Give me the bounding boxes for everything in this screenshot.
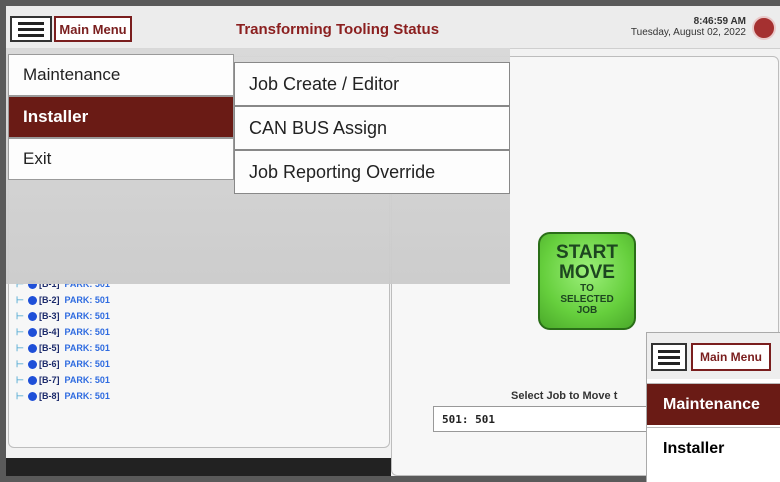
main-menu-button[interactable]: Main Menu <box>54 16 132 42</box>
tree-branch-icon: ⊢ <box>16 374 24 385</box>
main-menu-dropdown: Maintenance Installer Exit <box>8 54 234 180</box>
station-row[interactable]: ⊢ [B-4] PARK: 501 <box>16 324 110 340</box>
start-move-line2: MOVE <box>559 262 615 283</box>
tree-branch-icon: ⊢ <box>16 294 24 305</box>
tree-branch-icon: ⊢ <box>16 390 24 401</box>
station-status: PARK: 501 <box>64 343 110 353</box>
zoom-inset: Main Menu Maintenance Installer <box>646 332 780 482</box>
station-id: [B-4] <box>39 327 60 337</box>
start-move-line1: START <box>556 242 618 263</box>
job-select[interactable]: 501: 501 <box>433 406 663 432</box>
top-bar: Main Menu Transforming Tooling Status 8:… <box>6 6 780 49</box>
submenu-item-job-reporting-override[interactable]: Job Reporting Override <box>234 150 510 194</box>
start-move-line5: JOB <box>576 305 598 316</box>
station-row[interactable]: ⊢ [B-7] PARK: 501 <box>16 372 110 388</box>
station-row[interactable]: ⊢ [B-3] PARK: 501 <box>16 308 110 324</box>
station-id: [B-8] <box>39 391 60 401</box>
start-move-line3: TO <box>580 283 594 294</box>
status-dot-icon <box>28 311 37 321</box>
station-row[interactable]: ⊢ [B-8] PARK: 501 <box>16 388 110 404</box>
menu-item-maintenance[interactable]: Maintenance <box>8 54 234 96</box>
menu-item-exit[interactable]: Exit <box>8 138 234 180</box>
start-move-line4: SELECTED <box>560 294 614 305</box>
hamburger-menu-icon[interactable] <box>10 16 52 42</box>
tree-branch-icon: ⊢ <box>16 310 24 321</box>
submenu-item-can-bus-assign[interactable]: CAN BUS Assign <box>234 106 510 150</box>
menu-item-installer[interactable]: Installer <box>8 96 234 138</box>
station-list: ⊢[B-1]PARK: 501 ⊢[B-2]PARK: 501 ⊢[B-3]PA… <box>16 276 110 404</box>
tree-branch-icon: ⊢ <box>16 358 24 369</box>
station-row[interactable]: ⊢ [B-2] PARK: 501 <box>16 292 110 308</box>
station-row[interactable]: ⊢ [B-6] PARK: 501 <box>16 356 110 372</box>
station-status: PARK: 501 <box>64 375 110 385</box>
station-status: PARK: 501 <box>64 311 110 321</box>
status-dot-icon <box>28 327 37 337</box>
inset-main-menu-button[interactable]: Main Menu <box>691 343 771 371</box>
inset-menu-item-installer[interactable]: Installer <box>647 427 780 469</box>
status-dot-icon <box>28 295 37 305</box>
clock-date: Tuesday, August 02, 2022 <box>630 27 746 38</box>
clock: 8:46:59 AM Tuesday, August 02, 2022 <box>631 16 746 38</box>
station-status: PARK: 501 <box>64 391 110 401</box>
status-dot-icon <box>28 343 37 353</box>
tree-branch-icon: ⊢ <box>16 342 24 353</box>
start-move-button[interactable]: START MOVE TO SELECTED JOB <box>538 232 636 330</box>
station-id: [B-6] <box>39 359 60 369</box>
select-job-label: Select Job to Move t <box>511 390 618 402</box>
station-status: PARK: 501 <box>64 295 110 305</box>
status-dot-icon <box>28 375 37 385</box>
station-status: PARK: 501 <box>64 327 110 337</box>
submenu-item-job-create-editor[interactable]: Job Create / Editor <box>234 62 510 106</box>
tree-branch-icon: ⊢ <box>16 326 24 337</box>
station-id: [B-7] <box>39 375 60 385</box>
station-id: [B-5] <box>39 343 60 353</box>
station-id: [B-3] <box>39 311 60 321</box>
station-status: PARK: 501 <box>64 359 110 369</box>
status-dot-icon <box>28 391 37 401</box>
installer-submenu: Job Create / Editor CAN BUS Assign Job R… <box>234 62 510 194</box>
station-id: [B-2] <box>39 295 60 305</box>
inset-hamburger-icon[interactable] <box>651 343 687 371</box>
inset-menu-item-maintenance[interactable]: Maintenance <box>647 383 780 425</box>
clock-time: 8:46:59 AM <box>693 16 746 27</box>
company-logo-icon <box>752 16 776 40</box>
station-row[interactable]: ⊢ [B-5] PARK: 501 <box>16 340 110 356</box>
status-dot-icon <box>28 359 37 369</box>
page-title: Transforming Tooling Status <box>236 21 440 38</box>
bottom-strip <box>6 458 391 476</box>
